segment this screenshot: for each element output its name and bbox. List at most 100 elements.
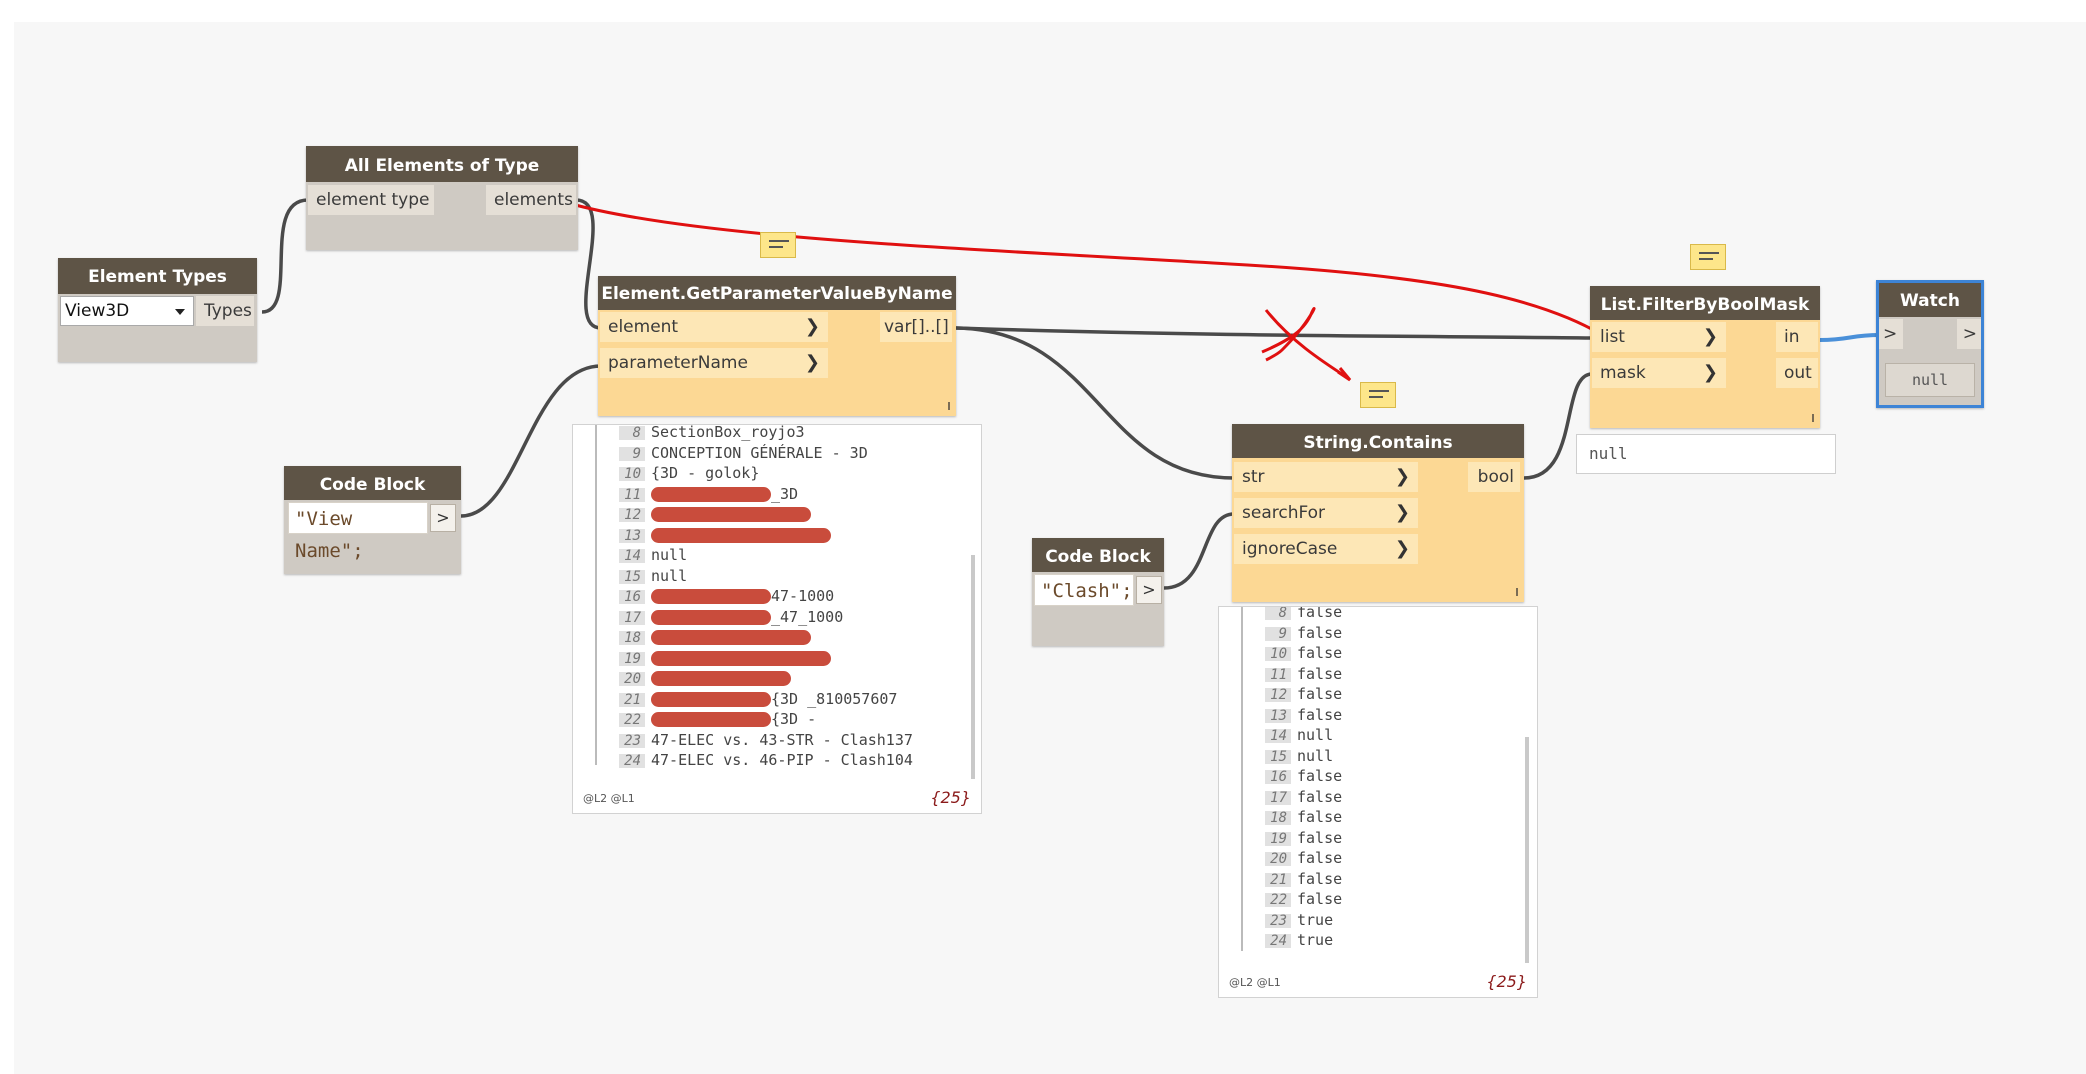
note-pin-filter[interactable] — [1690, 244, 1726, 270]
code-output-port[interactable]: > — [430, 504, 456, 532]
output-port-in[interactable]: in — [1776, 322, 1818, 352]
element-type-dropdown[interactable]: View3D — [60, 296, 194, 326]
list-index: 21 — [619, 692, 645, 707]
list-item: 9 false — [1265, 623, 1342, 644]
list-index: 11 — [1265, 667, 1291, 682]
node-all-elements-of-type[interactable]: All Elements of Type element type elemen… — [306, 146, 578, 250]
list-item: 8 SectionBox_royjo3 — [619, 425, 913, 443]
node-title: Watch — [1879, 283, 1981, 317]
list-value: false — [1297, 664, 1343, 683]
node-title: List.FilterByBoolMask — [1590, 286, 1820, 320]
scrollbar[interactable] — [1525, 737, 1529, 963]
list-item: 19 false — [1265, 828, 1342, 849]
preview-count: {25} — [930, 788, 971, 807]
chevron-right-icon: ❯ — [804, 352, 820, 373]
node-code-block-clash[interactable]: Code Block "Clash"; > — [1032, 538, 1164, 646]
output-port-types[interactable]: Types — [196, 296, 254, 326]
list-index: 20 — [1265, 852, 1291, 866]
preview-levels: @L2 @L1 — [1229, 976, 1281, 989]
list-value: false — [1297, 767, 1343, 785]
redaction-mark — [651, 671, 791, 686]
node-resize-grip[interactable] — [1812, 414, 1814, 422]
list-index: 17 — [619, 610, 645, 625]
node-get-parameter-value-by-name[interactable]: Element.GetParameterValueByName element … — [598, 276, 956, 416]
list-item: 20 — [619, 668, 913, 689]
list-index: 14 — [619, 549, 645, 563]
list-item: 20 false — [1265, 848, 1342, 869]
node-element-types[interactable]: Element Types View3D Types — [58, 258, 257, 362]
scrollbar[interactable] — [971, 555, 975, 779]
chevron-down-icon — [175, 309, 185, 315]
note-pin-get-param[interactable] — [760, 232, 796, 258]
node-title: Element.GetParameterValueByName — [598, 276, 956, 310]
list-item: 14 null — [1265, 725, 1342, 746]
list-item: 9 CONCEPTION GÉNÉRALE - 3D — [619, 443, 913, 464]
chevron-right-icon: ❯ — [1394, 466, 1410, 487]
input-port-list[interactable]: list ❯ — [1592, 322, 1726, 352]
input-port-str[interactable]: str ❯ — [1234, 462, 1418, 492]
chevron-right-icon: ❯ — [1702, 326, 1718, 347]
chevron-right-icon: ❯ — [1394, 502, 1410, 523]
output-port-elements[interactable]: elements — [486, 185, 576, 215]
node-string-contains[interactable]: String.Contains str ❯ searchFor ❯ ignore… — [1232, 424, 1524, 602]
node-resize-grip[interactable] — [948, 402, 950, 410]
input-port-parametername[interactable]: parameterName ❯ — [600, 348, 828, 378]
list-index: 21 — [1265, 872, 1291, 887]
list-value: false — [1297, 828, 1343, 847]
port-label: parameterName — [608, 353, 748, 373]
output-port-bool[interactable]: bool — [1468, 462, 1520, 492]
code-editor[interactable]: "View Name"; — [288, 502, 428, 562]
input-port-element-type[interactable]: element type — [308, 185, 434, 215]
list-item: 17 _47_1000 — [619, 607, 913, 628]
redaction-mark — [651, 630, 811, 645]
watch-output-port[interactable]: > — [1957, 319, 1981, 349]
list-index: 22 — [1265, 893, 1291, 907]
node-code-block-view-name[interactable]: Code Block "View Name"; > — [284, 466, 461, 574]
port-label: list — [1600, 327, 1625, 347]
preview-string-contains[interactable]: 8 false 9 false 10 false 11 false 12 false 13 false… — [1218, 606, 1538, 998]
code-output-port[interactable]: > — [1136, 576, 1162, 604]
list-index: 13 — [619, 528, 645, 543]
list-item: 10 {3D - golok} — [619, 463, 913, 484]
code-editor[interactable]: "Clash"; — [1034, 574, 1134, 606]
list-index: 9 — [619, 446, 645, 461]
input-port-searchfor[interactable]: searchFor ❯ — [1234, 498, 1418, 528]
list-item: 12 false — [1265, 684, 1342, 705]
input-port-element[interactable]: element ❯ — [600, 312, 828, 342]
list-value: false — [1297, 623, 1343, 642]
list-value: false — [1297, 869, 1343, 888]
list-index: 8 — [1265, 607, 1291, 620]
list-value: true — [1297, 910, 1334, 929]
list-index: 16 — [619, 590, 645, 604]
port-label: mask — [1600, 363, 1646, 383]
list-index: 9 — [1265, 626, 1291, 641]
list-item: 8 false — [1265, 607, 1342, 623]
redaction-mark — [651, 609, 771, 625]
node-list-filter-by-bool-mask[interactable]: List.FilterByBoolMask list ❯ mask ❯ in o… — [1590, 286, 1820, 428]
preview-levels: @L2 @L1 — [583, 792, 635, 805]
output-port-out[interactable]: out — [1776, 358, 1818, 388]
preview-get-param[interactable]: 8 SectionBox_royjo3 9 CONCEPTION GÉNÉRALE -… — [572, 424, 982, 814]
node-watch[interactable]: Watch > > null — [1876, 280, 1984, 408]
node-title: Code Block — [284, 466, 461, 500]
watch-input-port[interactable]: > — [1879, 319, 1903, 349]
list-index: 14 — [1265, 729, 1291, 743]
list-item: 18 — [619, 627, 913, 648]
node-resize-grip[interactable] — [1516, 588, 1518, 596]
input-port-ignorecase[interactable]: ignoreCase ❯ — [1234, 534, 1418, 564]
list-index: 12 — [1265, 688, 1291, 702]
list-item: 12 — [619, 504, 913, 525]
list-item: 19 — [619, 648, 913, 669]
note-pin-string-contains[interactable] — [1360, 382, 1396, 408]
watch-value: null — [1885, 363, 1975, 397]
list-item: 22 false — [1265, 889, 1342, 910]
port-label: str — [1242, 467, 1265, 487]
redaction-mark — [651, 486, 771, 502]
list-index: 11 — [619, 487, 645, 502]
output-port-var[interactable]: var[]..[] — [880, 312, 952, 342]
list-item: 16 false — [1265, 766, 1342, 787]
list-value: false — [1297, 808, 1343, 826]
input-port-mask[interactable]: mask ❯ — [1592, 358, 1726, 388]
list-item: 24 47-ELEC vs. 46-PIP - Clash104 — [619, 750, 913, 771]
list-value: false — [1297, 705, 1343, 724]
